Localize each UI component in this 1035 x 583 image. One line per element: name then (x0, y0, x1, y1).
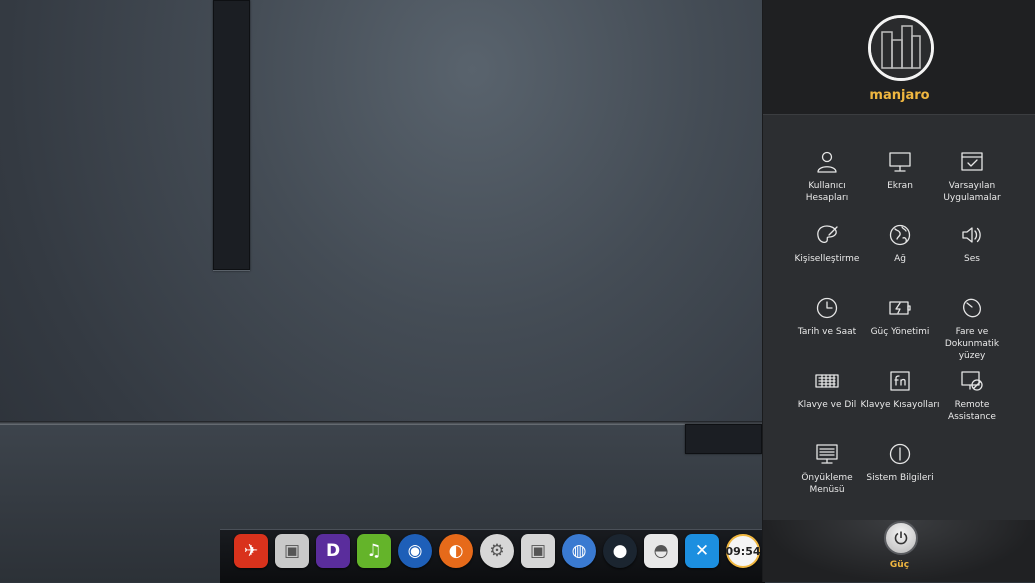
keyboard-icon (815, 374, 839, 388)
camera-icon[interactable]: ● (603, 534, 637, 568)
settings-tile-1[interactable]: Kullanıcı Hesapları (787, 150, 867, 222)
settings-tile-8[interactable]: Güç Yönetimi (860, 296, 940, 368)
settings-center-icon[interactable]: ⚙ (480, 534, 514, 568)
fn-key-icon (890, 371, 910, 391)
clock-icon (816, 297, 838, 319)
settings-tile-11[interactable]: Klavye Kısayolları (860, 369, 940, 441)
settings-tile-label: Ses (964, 254, 980, 264)
settings-tile-label: Kullanıcı Hesapları (805, 181, 849, 203)
remote-icon (961, 371, 983, 391)
settings-tile-13[interactable]: Önyükleme Menüsü (787, 442, 867, 514)
settings-tile-label: Ağ (894, 254, 906, 264)
software-center-icon[interactable]: ▣ (275, 534, 309, 568)
settings-tile-label: Güç Yönetimi (870, 327, 930, 337)
settings-tile-label: Kişiselleştirme (794, 254, 860, 264)
settings-tile-label: Sistem Bilgileri (866, 473, 934, 483)
avatar-logo-icon (871, 18, 931, 78)
settings-tile-9[interactable]: Fare ve Dokunmatik yüzey (932, 296, 1012, 368)
music-player-icon[interactable]: ♫ (357, 534, 391, 568)
settings-tile-label: Varsayılan Uygulamalar (943, 181, 1001, 203)
palette-icon (817, 225, 838, 243)
username[interactable]: manjaro (763, 88, 1035, 103)
remote-app-icon[interactable]: ✕ (685, 534, 719, 568)
settings-tile-label: Remote Assistance (948, 400, 996, 422)
package-manager-icon[interactable]: ▣ (521, 534, 555, 568)
settings-tile-label: Tarih ve Saat (797, 327, 857, 337)
wallpaper-slot-vertical (213, 0, 250, 271)
mouse-icon (963, 298, 981, 318)
speaker-icon (962, 227, 981, 243)
battery-icon (889, 301, 911, 315)
wallpaper-slot-horizontal (685, 424, 762, 454)
settings-tile-label: Önyükleme Menüsü (801, 473, 853, 495)
settings-tile-14[interactable]: Sistem Bilgileri (860, 442, 940, 514)
deepin-music-icon[interactable]: D (316, 534, 350, 568)
power-label: Güç (889, 560, 910, 570)
power-icon (894, 531, 908, 545)
settings-tile-label: Klavye ve Dil (797, 400, 857, 410)
firefox-icon[interactable]: ◐ (439, 534, 473, 568)
power-button[interactable] (884, 521, 918, 555)
settings-tile-7[interactable]: Tarih ve Saat (787, 296, 867, 368)
settings-tile-label: Ekran (887, 181, 913, 191)
settings-tile-label: Fare ve Dokunmatik yüzey (944, 327, 1000, 361)
user-header: manjaro (763, 0, 1035, 115)
desktop-wallpaper (0, 0, 762, 582)
user-icon (817, 151, 837, 173)
launcher-rocket-icon[interactable]: ✈ (234, 534, 268, 568)
settings-tile-6[interactable]: Ses (932, 223, 1012, 295)
settings-tile-4[interactable]: Kişiselleştirme (787, 223, 867, 295)
control-center-panel: manjaro Kullanıcı Hesapları Ekran Varsayıl… (762, 0, 1035, 582)
dock-clock-text: 09:54 (725, 544, 761, 558)
settings-tile-5[interactable]: Ağ (860, 223, 940, 295)
settings-tile-label: Klavye Kısayolları (860, 400, 940, 410)
network-globe-icon[interactable]: ◍ (562, 534, 596, 568)
settings-tile-10[interactable]: Klavye ve Dil (787, 369, 867, 441)
default-apps-icon (961, 152, 983, 171)
mouse-app-icon[interactable]: ◓ (644, 534, 678, 568)
avatar[interactable] (868, 15, 934, 81)
settings-tile-12[interactable]: Remote Assistance (932, 369, 1012, 441)
clock-widget-icon[interactable]: 09:54 (725, 534, 761, 568)
settings-tile-2[interactable]: Ekran (860, 150, 940, 222)
boot-menu-icon (816, 444, 838, 464)
globe-icon (889, 224, 911, 246)
info-icon (889, 443, 911, 465)
browser-globe-icon[interactable]: ◉ (398, 534, 432, 568)
monitor-icon (889, 152, 911, 172)
settings-tile-3[interactable]: Varsayılan Uygulamalar (932, 150, 1012, 222)
